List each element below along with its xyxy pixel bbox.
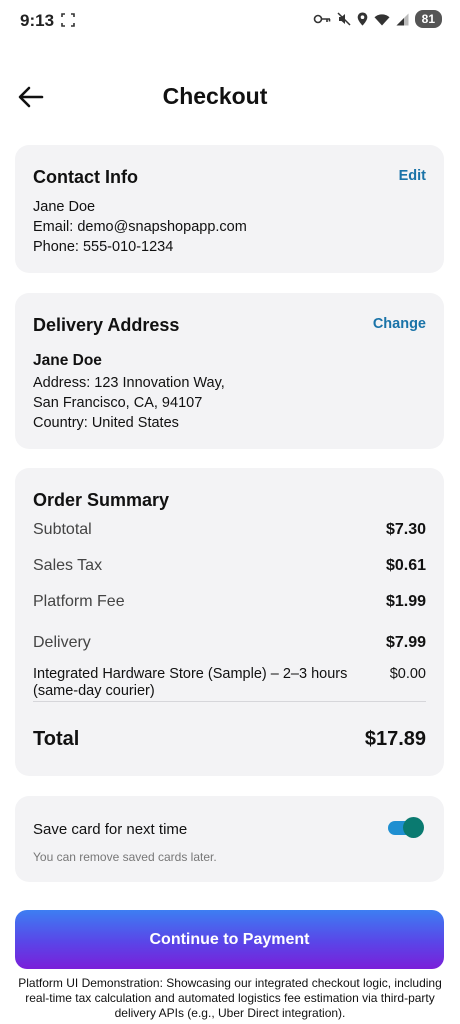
order-summary-title: Order Summary bbox=[33, 490, 170, 510]
signal-icon bbox=[396, 13, 409, 25]
address-country: Country: United States bbox=[33, 415, 179, 431]
status-icons: 81 bbox=[313, 10, 442, 28]
platform-fee-row: Platform Fee $1.99 bbox=[33, 593, 426, 611]
contact-phone: Phone: 555-010-1234 bbox=[33, 239, 174, 255]
sales-tax-label: Sales Tax bbox=[33, 557, 103, 574]
toggle-knob bbox=[403, 817, 424, 838]
edit-contact-button[interactable]: Edit bbox=[399, 168, 426, 184]
contact-name: Jane Doe bbox=[33, 199, 96, 215]
battery-indicator: 81 bbox=[414, 10, 442, 28]
disclaimer-text: Platform UI Demonstration: Showcasing ou… bbox=[18, 976, 442, 1020]
contact-info-title: Contact Info bbox=[33, 167, 138, 187]
screen-record-icon bbox=[61, 13, 75, 27]
contact-email: Email: demo@snapshopapp.com bbox=[33, 219, 247, 235]
status-time: 9:13 bbox=[20, 11, 55, 30]
order-summary-card: Order Summary Subtotal $7.30 Sales Tax $… bbox=[15, 468, 444, 776]
recipient-name: Jane Doe bbox=[33, 352, 102, 369]
sales-tax-row: Sales Tax $0.61 bbox=[33, 557, 426, 575]
location-icon bbox=[357, 12, 367, 26]
vpn-key-icon bbox=[313, 14, 330, 24]
delivery-address-title: Delivery Address bbox=[33, 315, 180, 335]
platform-fee-value: $1.99 bbox=[385, 593, 426, 610]
save-card-label: Save card for next time bbox=[33, 821, 188, 838]
delivery-address-card: Delivery Address Change Jane Doe Address… bbox=[15, 293, 444, 449]
delivery-row: Delivery $7.99 bbox=[33, 634, 426, 652]
mute-icon bbox=[337, 12, 351, 26]
address-line-2: San Francisco, CA, 94107 bbox=[33, 395, 203, 411]
wifi-icon bbox=[374, 13, 390, 25]
platform-fee-label: Platform Fee bbox=[33, 593, 125, 610]
change-address-button[interactable]: Change bbox=[373, 316, 426, 332]
save-card-hint: You can remove saved cards later. bbox=[33, 850, 217, 864]
store-delivery-label: Integrated Hardware Store (Sample) – 2–3… bbox=[33, 666, 348, 699]
save-card-toggle[interactable] bbox=[388, 817, 424, 838]
continue-to-payment-button[interactable]: Continue to Payment bbox=[15, 910, 444, 969]
delivery-label: Delivery bbox=[33, 634, 91, 651]
delivery-value: $7.99 bbox=[385, 634, 426, 651]
store-delivery-row: Integrated Hardware Store (Sample) – 2–3… bbox=[33, 666, 426, 700]
store-delivery-value: $0.00 bbox=[389, 666, 426, 682]
subtotal-label: Subtotal bbox=[33, 521, 92, 538]
sales-tax-value: $0.61 bbox=[385, 557, 426, 574]
status-bar: 9:13 81 bbox=[0, 0, 460, 42]
subtotal-row: Subtotal $7.30 bbox=[33, 521, 426, 539]
header: Checkout bbox=[0, 76, 460, 120]
page-title: Checkout bbox=[162, 83, 268, 109]
summary-divider bbox=[33, 701, 426, 702]
save-card-section: Save card for next time You can remove s… bbox=[15, 796, 444, 882]
total-label: Total bbox=[33, 728, 80, 750]
subtotal-value: $7.30 bbox=[385, 521, 426, 538]
total-row: Total $17.89 bbox=[33, 728, 426, 751]
address-line-1: Address: 123 Innovation Way, bbox=[33, 375, 225, 391]
total-value: $17.89 bbox=[364, 728, 426, 750]
contact-info-card: Contact Info Edit Jane Doe Email: demo@s… bbox=[15, 145, 444, 273]
